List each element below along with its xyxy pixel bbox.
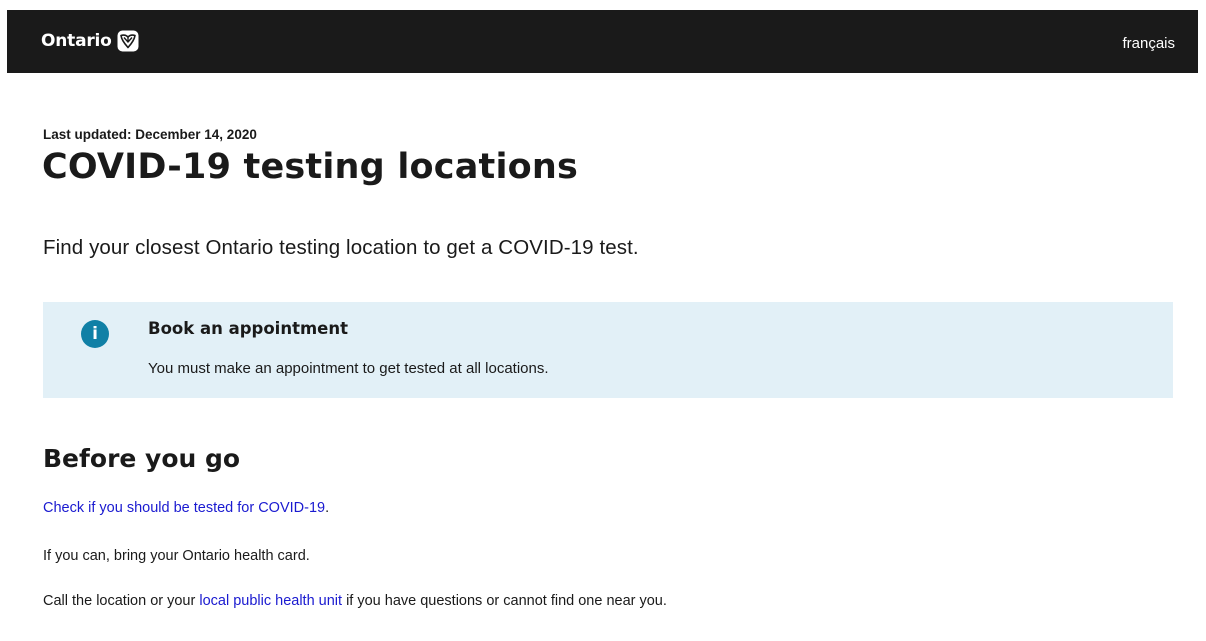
check-suffix: .	[325, 500, 330, 516]
health-card-paragraph: If you can, bring your Ontario health ca…	[43, 548, 310, 564]
callout-title: Book an appointment	[148, 319, 348, 338]
call-suffix: if you have questions or cannot find one…	[342, 593, 667, 609]
language-toggle-link[interactable]: français	[1122, 35, 1175, 52]
check-testing-link[interactable]: Check if you should be tested for COVID-…	[43, 500, 325, 516]
before-you-go-heading: Before you go	[43, 444, 241, 473]
info-icon: i	[81, 320, 109, 348]
call-paragraph: Call the location or your local public h…	[43, 593, 667, 609]
public-health-unit-link[interactable]: local public health unit	[199, 593, 342, 609]
ontario-logo-link[interactable]: Ontario	[41, 30, 139, 52]
ontario-trillium-icon	[117, 30, 139, 52]
site-header: Ontario français	[7, 10, 1198, 73]
top-margin	[0, 0, 1206, 10]
callout-body: You must make an appointment to get test…	[148, 360, 549, 377]
appointment-callout: i Book an appointment You must make an a…	[43, 302, 1173, 398]
logo-text: Ontario	[41, 31, 112, 51]
call-prefix: Call the location or your	[43, 593, 200, 609]
page-title: COVID-19 testing locations	[42, 147, 579, 187]
lead-paragraph: Find your closest Ontario testing locati…	[43, 236, 639, 259]
check-paragraph: Check if you should be tested for COVID-…	[43, 500, 329, 516]
last-updated-text: Last updated: December 14, 2020	[43, 127, 257, 142]
